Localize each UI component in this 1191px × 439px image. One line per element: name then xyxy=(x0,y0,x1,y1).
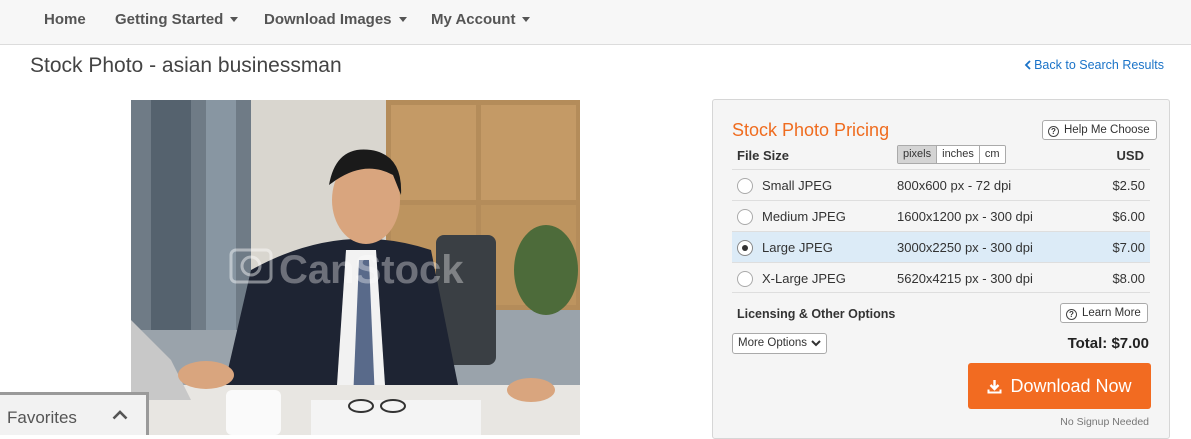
unit-inches[interactable]: inches xyxy=(937,146,980,163)
nav-my-account-label: My Account xyxy=(431,11,516,28)
top-nav: Home Getting Started Download Images My … xyxy=(0,0,1191,45)
chevron-up-icon xyxy=(112,410,128,420)
nav-download-images-label: Download Images xyxy=(264,11,392,28)
question-circle-icon: ? xyxy=(1066,309,1077,320)
download-icon xyxy=(987,380,1002,394)
favorites-label: Favorites xyxy=(7,408,77,427)
radio-button[interactable] xyxy=(737,178,753,194)
learn-more-button[interactable]: ? Learn More xyxy=(1060,303,1148,323)
chevron-down-icon xyxy=(811,340,821,347)
file-size-header: File Size xyxy=(737,148,790,163)
size-dims: 1600x1200 px - 300 dpi xyxy=(897,209,1033,224)
page-title: Stock Photo - asian businessman xyxy=(30,54,342,77)
size-price: $8.00 xyxy=(1112,271,1145,286)
businessman-photo-illustration: CanStock xyxy=(131,100,580,435)
size-option-large[interactable]: Large JPEG 3000x2250 px - 300 dpi $7.00 xyxy=(732,231,1150,262)
no-signup-note: No Signup Needed xyxy=(1060,416,1149,428)
nav-home[interactable]: Home xyxy=(44,0,86,40)
caret-down-icon xyxy=(230,16,239,22)
unit-pixels[interactable]: pixels xyxy=(898,146,938,163)
back-to-search-label: Back to Search Results xyxy=(1034,58,1164,72)
size-dims: 800x600 px - 72 dpi xyxy=(897,178,1012,193)
nav-getting-started-label: Getting Started xyxy=(115,11,224,28)
nav-my-account[interactable]: My Account xyxy=(431,0,531,40)
help-me-choose-button[interactable]: ? Help Me Choose xyxy=(1042,120,1157,140)
caret-down-icon xyxy=(398,16,407,22)
radio-button[interactable] xyxy=(737,271,753,287)
nav-download-images[interactable]: Download Images xyxy=(264,0,407,40)
radio-button-selected[interactable] xyxy=(737,240,753,256)
download-now-label: Download Now xyxy=(1010,376,1132,396)
size-option-small[interactable]: Small JPEG 800x600 px - 72 dpi $2.50 xyxy=(732,169,1150,200)
size-name: Medium JPEG xyxy=(762,209,846,224)
licensing-header: Licensing & Other Options xyxy=(737,307,896,321)
caret-down-icon xyxy=(522,16,531,22)
photo-watermark: CanStock xyxy=(279,248,464,292)
nav-getting-started[interactable]: Getting Started xyxy=(115,0,239,40)
size-dims: 5620x4215 px - 300 dpi xyxy=(897,271,1033,286)
radio-button[interactable] xyxy=(737,209,753,225)
question-circle-icon: ? xyxy=(1048,126,1059,137)
favorites-tab[interactable]: Favorites xyxy=(0,392,149,435)
size-name: Small JPEG xyxy=(762,178,833,193)
pricing-panel: Stock Photo Pricing ? Help Me Choose File… xyxy=(712,99,1170,439)
pricing-title: Stock Photo Pricing xyxy=(732,120,890,140)
download-now-button[interactable]: Download Now xyxy=(968,363,1151,409)
total-price: Total: $7.00 xyxy=(1067,335,1149,352)
size-name: X-Large JPEG xyxy=(762,271,846,286)
size-option-medium[interactable]: Medium JPEG 1600x1200 px - 300 dpi $6.00 xyxy=(732,200,1150,231)
learn-more-label: Learn More xyxy=(1082,307,1141,319)
size-option-xlarge[interactable]: X-Large JPEG 5620x4215 px - 300 dpi $8.0… xyxy=(732,262,1150,293)
chevron-left-icon xyxy=(1024,60,1031,70)
more-options-label: More Options xyxy=(738,337,808,349)
size-dims: 3000x2250 px - 300 dpi xyxy=(897,240,1033,255)
size-price: $7.00 xyxy=(1112,240,1145,255)
back-to-search-link[interactable]: Back to Search Results xyxy=(1024,58,1164,72)
help-me-choose-label: Help Me Choose xyxy=(1064,124,1150,136)
more-options-select[interactable]: More Options xyxy=(732,333,827,354)
currency-header: USD xyxy=(1116,148,1144,163)
size-name: Large JPEG xyxy=(762,240,833,255)
unit-toggle: pixels inches cm xyxy=(897,145,1006,164)
stock-photo[interactable]: CanStock xyxy=(131,100,580,435)
size-price: $6.00 xyxy=(1112,209,1145,224)
size-price: $2.50 xyxy=(1112,178,1145,193)
unit-cm[interactable]: cm xyxy=(979,146,1005,163)
